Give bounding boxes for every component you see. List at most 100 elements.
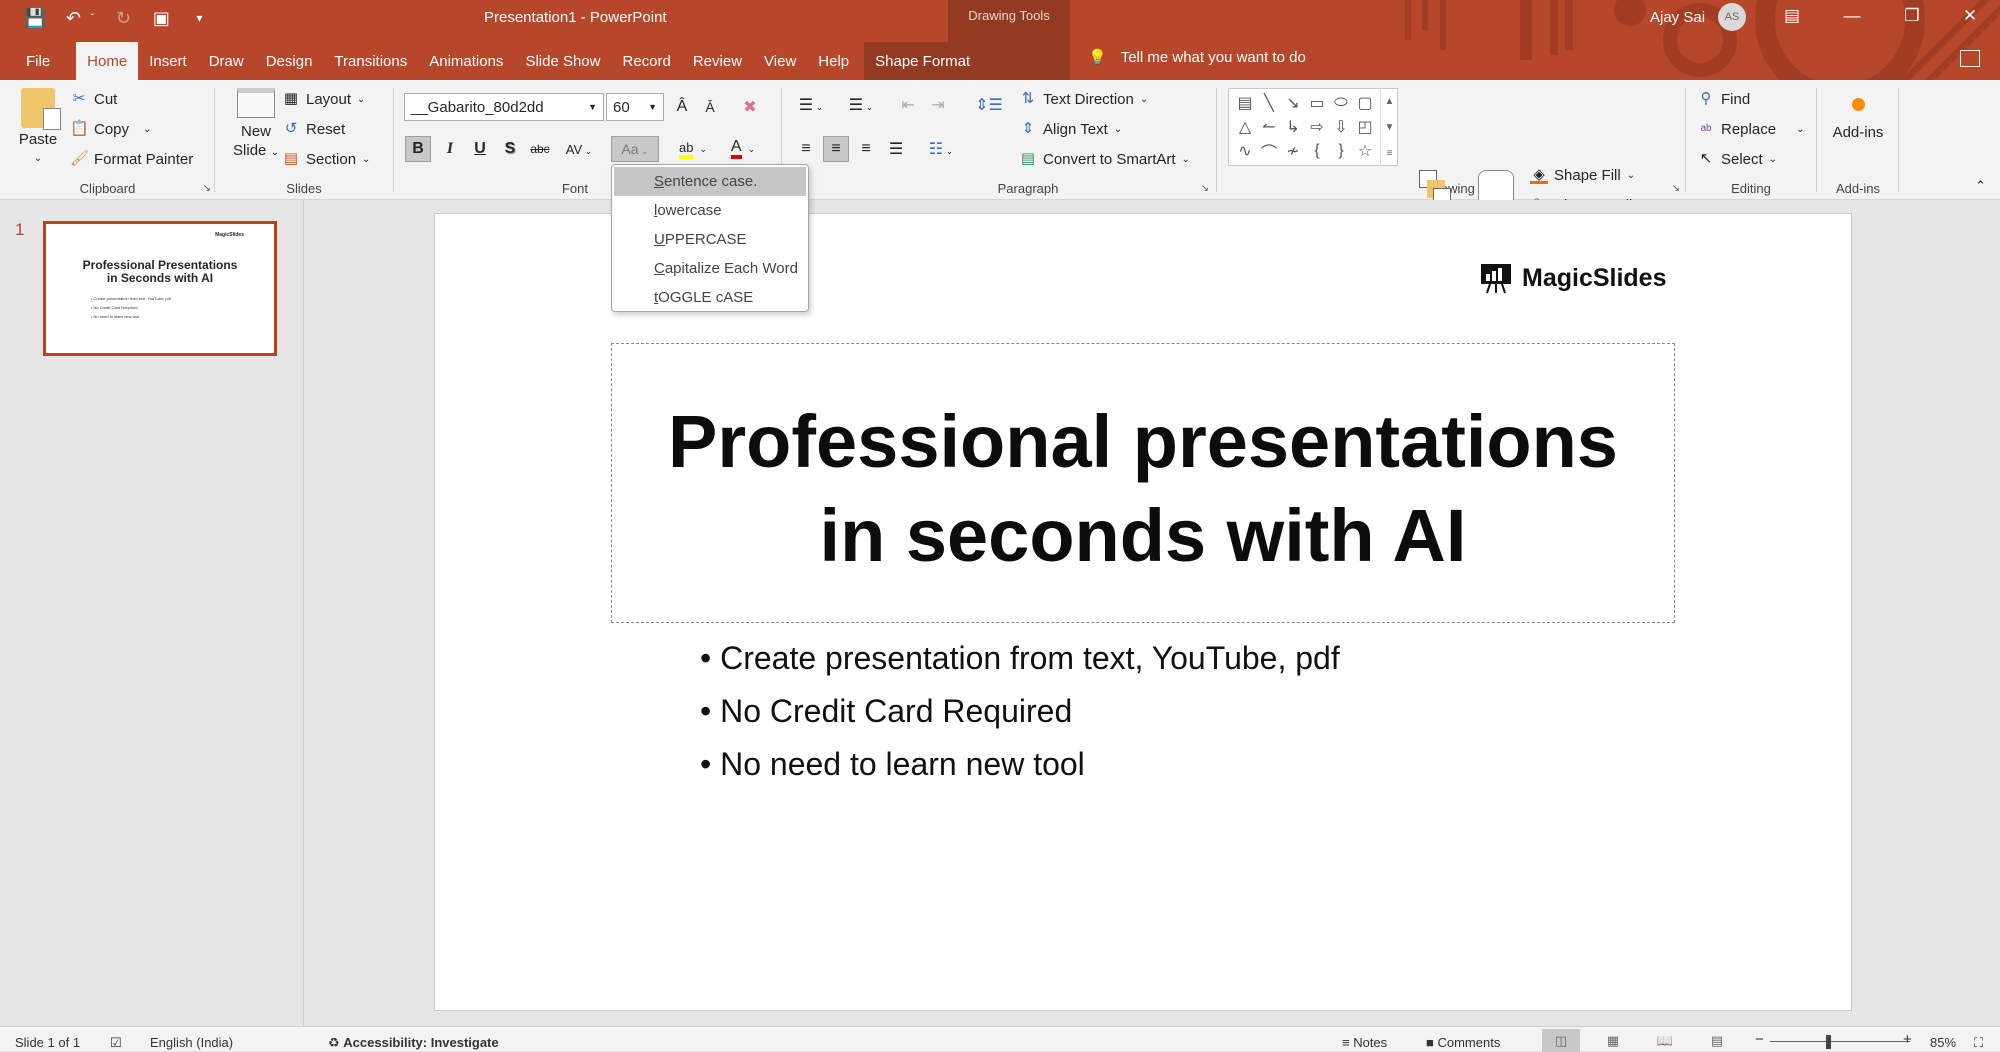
- comments-button[interactable]: ■ Comments: [1426, 1035, 1500, 1050]
- close-button[interactable]: ✕: [1950, 2, 1990, 30]
- tab-view[interactable]: View: [753, 42, 807, 80]
- clear-formatting-button[interactable]: ✖: [737, 94, 763, 120]
- menu-item-case-1[interactable]: lowercase: [614, 196, 806, 225]
- accessibility-button[interactable]: ♻ Accessibility: Investigate: [328, 1035, 499, 1051]
- columns-button[interactable]: ☷ ⌄: [921, 136, 961, 162]
- change-case-button[interactable]: Aa ⌄: [611, 136, 659, 162]
- bullet-item[interactable]: No need to learn new tool: [700, 738, 1340, 791]
- notes-button[interactable]: ≡ Notes: [1342, 1035, 1387, 1050]
- align-text-button[interactable]: ⇕ Align Text ⌄: [1019, 120, 1122, 138]
- chevron-down-icon[interactable]: ▼: [588, 102, 597, 112]
- slide-show-button[interactable]: ▤: [1698, 1029, 1736, 1052]
- text-direction-button[interactable]: ⇅ Text Direction ⌄: [1019, 90, 1149, 108]
- font-color-button[interactable]: A ⌄: [721, 136, 765, 162]
- align-left-button[interactable]: ≡: [793, 136, 819, 162]
- addins-button[interactable]: Add-ins: [1818, 98, 1898, 142]
- increase-font-size-button[interactable]: Â: [669, 94, 695, 120]
- undo-dropdown-icon[interactable]: ˇ: [88, 13, 96, 24]
- font-size-combo[interactable]: 60 ▼: [606, 93, 664, 121]
- replace-button[interactable]: ab Replace ⌄: [1697, 120, 1804, 138]
- increase-indent-button[interactable]: ⇥: [925, 92, 951, 118]
- reset-button[interactable]: ↺ Reset: [282, 120, 345, 138]
- tab-animations[interactable]: Animations: [418, 42, 514, 80]
- convert-smartart-button[interactable]: ▤ Convert to SmartArt ⌄: [1019, 150, 1190, 168]
- font-name-combo[interactable]: __Gabarito_80d2dd ▼: [404, 93, 604, 121]
- character-spacing-button[interactable]: AV ⌄: [559, 136, 599, 162]
- zoom-in-button[interactable]: +: [1903, 1031, 1912, 1048]
- find-button[interactable]: ⚲ Find: [1697, 90, 1751, 108]
- line-shape-icon[interactable]: ╲: [1257, 91, 1281, 115]
- fit-to-window-icon[interactable]: ⛶: [1974, 1035, 1983, 1051]
- numbering-button[interactable]: ☰ ⌄: [841, 92, 881, 118]
- copy-button[interactable]: 📋 Copy ⌄: [70, 120, 151, 138]
- zoom-slider[interactable]: [1770, 1041, 1910, 1042]
- collapse-ribbon-icon[interactable]: ⌃: [1975, 178, 1986, 194]
- format-painter-button[interactable]: 🖌 Format Painter: [70, 150, 193, 168]
- decrease-font-size-button[interactable]: Ǎ: [697, 94, 723, 120]
- freeform-shape-icon[interactable]: ◰: [1353, 115, 1377, 139]
- star-shape-icon[interactable]: ☆: [1353, 139, 1377, 163]
- tell-me-search[interactable]: 💡 Tell me what you want to do: [1088, 48, 1306, 67]
- underline-button[interactable]: U: [467, 136, 493, 162]
- rounded-rectangle-shape-icon[interactable]: ▢: [1353, 91, 1377, 115]
- highlight-color-button[interactable]: ab ⌄: [671, 136, 715, 162]
- curve-shape-icon[interactable]: ≁: [1281, 139, 1305, 163]
- tab-transitions[interactable]: Transitions: [323, 42, 418, 80]
- section-button[interactable]: ▤ Section ⌄: [282, 150, 371, 168]
- zoom-level[interactable]: 85%: [1930, 1035, 1956, 1050]
- redo-icon[interactable]: ↻: [112, 8, 134, 29]
- justify-button[interactable]: ☰: [883, 136, 909, 162]
- bullet-item[interactable]: Create presentation from text, YouTube, …: [700, 632, 1340, 685]
- align-center-button[interactable]: ≡: [823, 136, 849, 162]
- strikethrough-button[interactable]: abc: [527, 136, 553, 162]
- save-icon[interactable]: 💾: [24, 8, 46, 29]
- italic-button[interactable]: I: [437, 136, 463, 162]
- reading-view-button[interactable]: 📖: [1646, 1029, 1684, 1052]
- bullet-item[interactable]: No Credit Card Required: [700, 685, 1340, 738]
- slide-sorter-button[interactable]: ▦: [1594, 1029, 1632, 1052]
- comments-icon[interactable]: [1960, 50, 1980, 67]
- text-box-shape-icon[interactable]: ▤: [1233, 91, 1257, 115]
- oval-shape-icon[interactable]: ⬭: [1329, 91, 1353, 115]
- ribbon-display-options-button[interactable]: ▤: [1772, 2, 1812, 30]
- line-spacing-button[interactable]: ⇕☰: [969, 92, 1009, 118]
- arc-shape-icon[interactable]: ⌒: [1257, 139, 1281, 163]
- shapes-gallery-scroll[interactable]: ▲ ▼ ≡: [1380, 88, 1398, 166]
- customize-qat-icon[interactable]: ▾: [188, 11, 210, 25]
- tab-slide-show[interactable]: Slide Show: [514, 42, 611, 80]
- new-slide-button[interactable]: New Slide ⌄: [226, 88, 286, 162]
- bullets-button[interactable]: ☰ ⌄: [791, 92, 831, 118]
- minimize-button[interactable]: —: [1832, 2, 1872, 30]
- menu-item-case-3[interactable]: Capitalize Each Word: [614, 254, 806, 283]
- tab-draw[interactable]: Draw: [198, 42, 255, 80]
- menu-item-case-2[interactable]: UPPERCASE: [614, 225, 806, 254]
- tab-review[interactable]: Review: [682, 42, 753, 80]
- title-placeholder[interactable]: Professional presentations in seconds wi…: [611, 343, 1675, 623]
- menu-item-case-4[interactable]: tOGGLE cASE: [614, 283, 806, 312]
- chevron-down-icon[interactable]: ▼: [648, 102, 657, 112]
- scroll-down-icon[interactable]: ▼: [1385, 122, 1395, 133]
- rectangle-shape-icon[interactable]: ▭: [1305, 91, 1329, 115]
- tab-shape-format[interactable]: Shape Format: [864, 42, 982, 80]
- normal-view-button[interactable]: ◫: [1542, 1029, 1580, 1052]
- left-brace-shape-icon[interactable]: {: [1305, 139, 1329, 163]
- user-name[interactable]: Ajay Sai: [1650, 9, 1705, 26]
- tab-home[interactable]: Home: [76, 42, 139, 80]
- shapes-gallery[interactable]: ▤ ╲ ↘ ▭ ⬭ ▢ △ ↼ ↳ ⇨ ⇩ ◰ ∿ ⌒ ≁{} ☆: [1228, 88, 1398, 166]
- bold-button[interactable]: B: [405, 136, 431, 162]
- zoom-out-button[interactable]: −: [1755, 1031, 1764, 1048]
- chevron-down-icon[interactable]: ⌄: [143, 124, 151, 135]
- menu-item-case-0[interactable]: Sentence case.: [614, 167, 806, 196]
- decrease-indent-button[interactable]: ⇤: [895, 92, 921, 118]
- more-shapes-icon[interactable]: ≡: [1387, 148, 1393, 159]
- triangle-shape-icon[interactable]: △: [1233, 115, 1257, 139]
- tab-design[interactable]: Design: [255, 42, 324, 80]
- scroll-up-icon[interactable]: ▲: [1385, 96, 1395, 107]
- select-button[interactable]: ↖ Select ⌄: [1697, 150, 1777, 168]
- language-indicator[interactable]: English (India): [150, 1035, 233, 1050]
- avatar[interactable]: AS: [1718, 3, 1746, 31]
- restore-button[interactable]: ❐: [1892, 2, 1932, 30]
- right-arrow-shape-icon[interactable]: ⇨: [1305, 115, 1329, 139]
- text-shadow-button[interactable]: S: [497, 136, 523, 162]
- slide-title[interactable]: Professional presentations in seconds wi…: [668, 383, 1618, 583]
